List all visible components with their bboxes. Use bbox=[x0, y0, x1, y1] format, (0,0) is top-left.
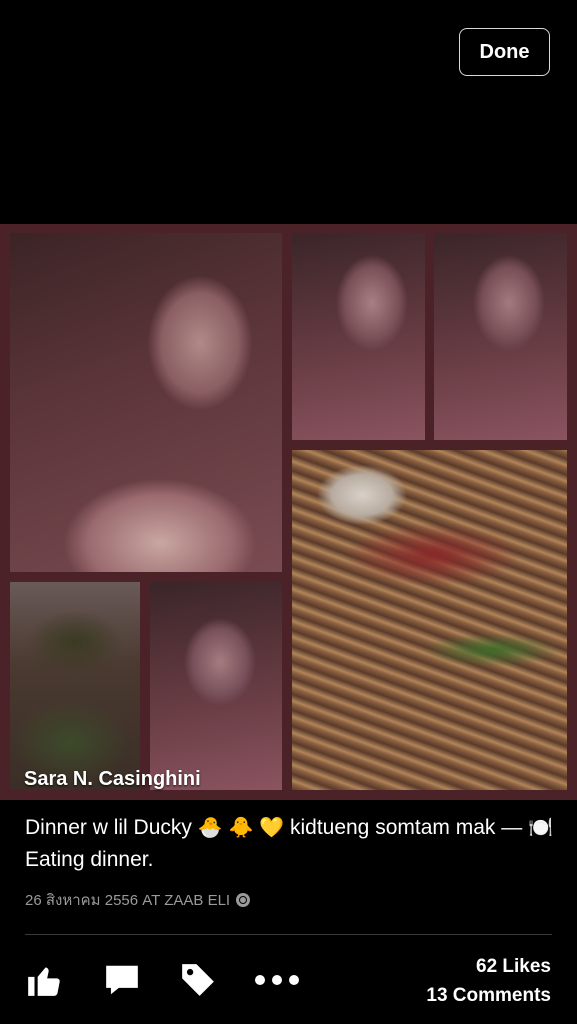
thumbs-up-icon bbox=[28, 967, 60, 996]
done-button[interactable]: Done bbox=[459, 28, 550, 76]
caption-text: Dinner w lil Ducky bbox=[25, 816, 192, 839]
photo-tile-selfie-3 bbox=[150, 582, 282, 790]
tag-button[interactable] bbox=[176, 960, 220, 1000]
activity-text[interactable]: Eating dinner. bbox=[25, 848, 153, 871]
chick-hatching-emoji: 🐣 bbox=[197, 817, 223, 839]
photo-tile-portrait bbox=[10, 233, 282, 572]
post-meta: 26 สิงหาคม 2556 AT ZAAB ELI bbox=[25, 888, 251, 912]
eating-activity-icon: 🍽️ bbox=[528, 817, 553, 839]
tag-icon bbox=[182, 964, 214, 996]
like-button[interactable] bbox=[22, 960, 66, 1000]
divider bbox=[25, 934, 552, 935]
post-date-location[interactable]: 26 สิงหาคม 2556 AT ZAAB ELI bbox=[25, 888, 230, 912]
comment-icon bbox=[106, 965, 138, 995]
photo-collage[interactable]: Sara N. Casinghini bbox=[0, 224, 577, 800]
photo-tile-somtam bbox=[292, 450, 567, 790]
photo-tile-salad bbox=[10, 582, 140, 790]
globe-icon bbox=[236, 893, 251, 907]
caption-text-2: kidtueng somtam mak — bbox=[289, 816, 523, 839]
photo-author-name[interactable]: Sara N. Casinghini bbox=[24, 768, 201, 791]
likes-count[interactable]: 62 Likes bbox=[426, 952, 551, 981]
more-icon bbox=[255, 975, 299, 985]
comment-button[interactable] bbox=[100, 960, 144, 1000]
photo-tile-selfie-1 bbox=[292, 233, 425, 440]
comments-count[interactable]: 13 Comments bbox=[426, 981, 551, 1010]
chick-emoji: 🐥 bbox=[228, 817, 254, 839]
more-button[interactable] bbox=[250, 960, 304, 1000]
yellow-heart-emoji: 💛 bbox=[259, 817, 285, 839]
post-caption: Dinner w lil Ducky 🐣 🐥 💛 kidtueng somtam… bbox=[25, 812, 555, 876]
engagement-counts: 62 Likes 13 Comments bbox=[426, 952, 551, 1010]
photo-tile-selfie-2 bbox=[434, 233, 567, 440]
